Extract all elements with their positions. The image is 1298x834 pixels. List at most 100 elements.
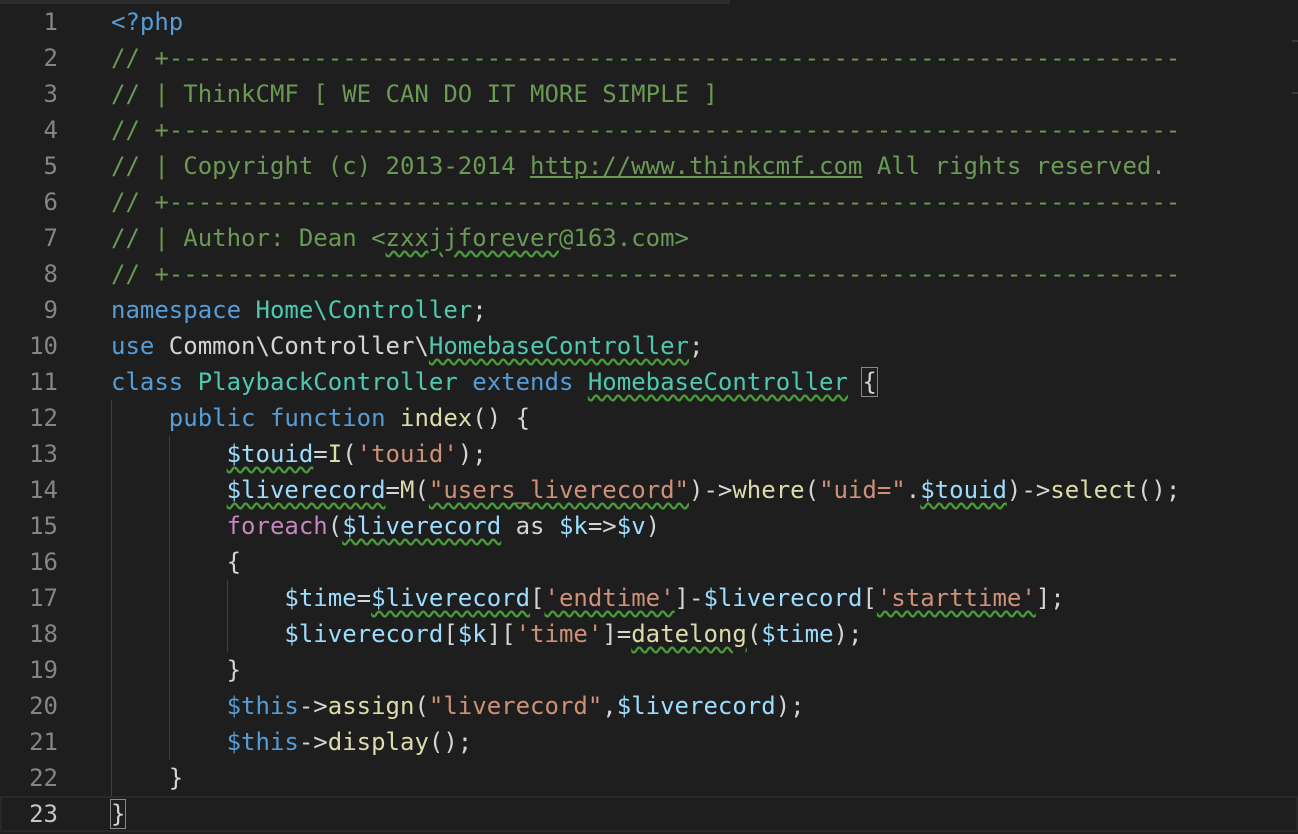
code-token: [ <box>443 620 458 648</box>
line-code[interactable]: { <box>111 544 241 580</box>
code-line[interactable]: 15 foreach($liverecord as $k=>$v) <box>0 508 1298 544</box>
line-code[interactable]: namespace Home\Controller; <box>111 292 487 328</box>
code-line[interactable]: 9 namespace Home\Controller; <box>0 292 1298 328</box>
code-token: index <box>400 404 473 432</box>
code-line[interactable]: 23} <box>0 796 1298 832</box>
code-token: ( <box>414 692 429 720</box>
code-line[interactable]: 7 // | Author: Dean <zxxjjforever@163.com… <box>0 220 1298 256</box>
line-number[interactable]: 20 <box>0 688 58 724</box>
line-code[interactable]: // +------------------------------------… <box>111 40 1180 76</box>
code-line[interactable]: 16 { <box>0 544 1298 580</box>
line-code[interactable]: class PlaybackController extends Homebas… <box>111 364 878 400</box>
code-line[interactable]: 3 // | ThinkCMF [ WE CAN DO IT MORE SIMPL… <box>0 76 1298 112</box>
code-token: // +------------------------------------… <box>111 116 1181 144</box>
line-code[interactable]: } <box>109 796 127 832</box>
code-token: // +------------------------------------… <box>111 188 1181 216</box>
line-number[interactable]: 18 <box>0 616 58 652</box>
code-line[interactable]: 19 } <box>0 652 1298 688</box>
code-line[interactable]: 1 <?php <box>0 4 1298 40</box>
code-line[interactable]: 17 $time=$liverecord['endtime']-$liverec… <box>0 580 1298 616</box>
code-token: foreach <box>226 512 328 540</box>
code-line[interactable]: 21 $this->display(); <box>0 724 1298 760</box>
code-token: [ <box>862 584 877 612</box>
code-token: ( <box>414 476 429 504</box>
line-code[interactable]: $touid=I('touid'); <box>111 436 487 472</box>
code-token: PlaybackController <box>197 368 458 396</box>
code-token: ][ <box>486 620 516 648</box>
code-line[interactable]: 2 // +-----------------------------------… <box>0 40 1298 76</box>
line-number[interactable]: 6 <box>0 184 58 220</box>
code-token: 'starttime' <box>876 584 1036 612</box>
line-code[interactable]: } <box>111 652 241 688</box>
code-token: ( <box>746 620 762 648</box>
code-token: , <box>602 692 617 720</box>
line-number[interactable]: 23 <box>0 796 58 832</box>
code-line[interactable]: 5 // | Copyright (c) 2013-2014 http://www… <box>0 148 1298 184</box>
line-number[interactable]: 3 <box>0 76 58 112</box>
line-number[interactable]: 17 <box>0 580 58 616</box>
scrollbar-marker[interactable] <box>1292 40 1298 42</box>
code-line[interactable]: 18 $liverecord[$k]['time']=datelong($tim… <box>0 616 1298 652</box>
line-code[interactable]: // +------------------------------------… <box>111 256 1180 292</box>
code-token: "uid=" <box>819 476 906 504</box>
line-number[interactable]: 22 <box>0 760 58 796</box>
line-code[interactable]: public function index() { <box>111 400 530 436</box>
code-token: { <box>111 548 242 576</box>
line-number[interactable]: 1 <box>0 4 58 40</box>
line-code[interactable]: // | Author: Dean <zxxjjforever@163.com> <box>111 220 689 256</box>
code-line[interactable]: 4 // +-----------------------------------… <box>0 112 1298 148</box>
line-number[interactable]: 7 <box>0 220 58 256</box>
code-line[interactable]: 14 $liverecord=M("users_liverecord")->wh… <box>0 472 1298 508</box>
line-number[interactable]: 16 <box>0 544 58 580</box>
code-line[interactable]: 22 } <box>0 760 1298 796</box>
line-code[interactable]: $liverecord[$k]['time']=datelong($time); <box>111 616 862 652</box>
code-token: Common\Controller\ <box>154 332 429 360</box>
code-editor[interactable]: 1 <?php 2 // +-----------------------------… <box>0 0 1298 834</box>
line-number[interactable]: 13 <box>0 436 58 472</box>
line-number[interactable]: 14 <box>0 472 58 508</box>
code-token: $k <box>558 512 588 540</box>
line-code[interactable]: $time=$liverecord['endtime']-$liverecord… <box>111 580 1064 616</box>
code-line[interactable]: 11 class PlaybackController extends Homeb… <box>0 364 1298 400</box>
line-code[interactable]: $liverecord=M("users_liverecord")->where… <box>111 472 1181 508</box>
code-token: select <box>1050 476 1137 504</box>
line-code[interactable]: // | ThinkCMF [ WE CAN DO IT MORE SIMPLE… <box>111 76 718 112</box>
code-token: All rights reserved. <box>862 152 1166 180</box>
line-number[interactable]: 10 <box>0 328 58 364</box>
line-number[interactable]: 19 <box>0 652 58 688</box>
code-token: $liverecord <box>616 692 776 720</box>
code-line[interactable]: 6 // +-----------------------------------… <box>0 184 1298 220</box>
line-code[interactable]: // +------------------------------------… <box>111 112 1180 148</box>
line-number[interactable]: 9 <box>0 292 58 328</box>
line-number[interactable]: 8 <box>0 256 58 292</box>
line-code[interactable]: } <box>111 760 183 796</box>
code-token: ]= <box>602 620 632 648</box>
code-token: (); <box>428 728 473 756</box>
line-code[interactable]: foreach($liverecord as $k=>$v) <box>111 508 661 544</box>
line-number[interactable]: 5 <box>0 148 58 184</box>
code-line[interactable]: 20 $this->assign("liverecord",$liverecor… <box>0 688 1298 724</box>
line-code[interactable]: <?php <box>111 4 183 40</box>
line-code[interactable]: $this->assign("liverecord",$liverecord); <box>111 688 805 724</box>
code-line[interactable]: 8 // +-----------------------------------… <box>0 256 1298 292</box>
line-code[interactable]: use Common\Controller\HomebaseController… <box>111 328 703 364</box>
line-code[interactable]: // | Copyright (c) 2013-2014 http://www.… <box>111 148 1166 184</box>
line-code[interactable]: $this->display(); <box>111 724 473 760</box>
line-number[interactable]: 12 <box>0 400 58 436</box>
line-number[interactable]: 11 <box>0 364 58 400</box>
line-code[interactable]: // +------------------------------------… <box>111 184 1180 220</box>
line-number[interactable]: 2 <box>0 40 58 76</box>
code-token: ( <box>327 512 343 540</box>
line-number[interactable]: 4 <box>0 112 58 148</box>
code-line[interactable]: 12 public function index() { <box>0 400 1298 436</box>
code-token: datelong <box>631 620 747 648</box>
code-token: // | Author: Dean < <box>111 224 386 252</box>
code-line[interactable]: 13 $touid=I('touid'); <box>0 436 1298 472</box>
line-number[interactable]: 21 <box>0 724 58 760</box>
line-number[interactable]: 15 <box>0 508 58 544</box>
scrollbar-marker[interactable] <box>1292 92 1298 94</box>
code-line[interactable]: 10 use Common\Controller\HomebaseControll… <box>0 328 1298 364</box>
